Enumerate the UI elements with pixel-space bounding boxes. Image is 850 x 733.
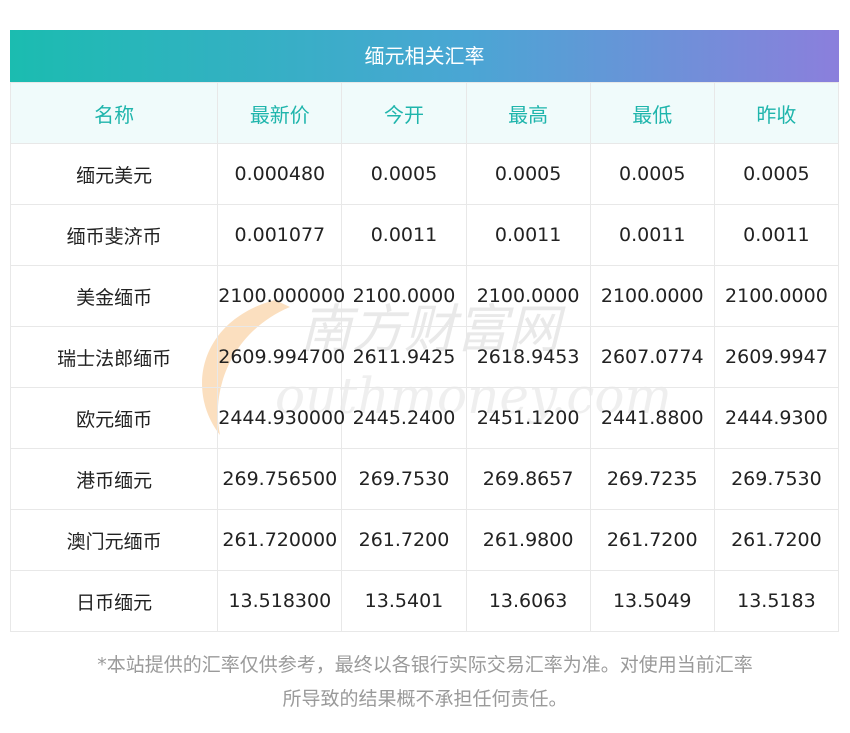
currency-pair-name: 美金缅币 <box>9 265 219 327</box>
latest-price: 269.756500 <box>217 448 343 510</box>
latest-price: 13.518300 <box>217 570 343 632</box>
header-prev-close: 昨收 <box>713 82 840 144</box>
table-row: 缅币斐济币 0.001077 0.0011 0.0011 0.0011 0.00… <box>9 204 840 266</box>
high-price: 269.8657 <box>465 448 591 510</box>
high-price: 261.9800 <box>465 509 591 571</box>
table-row: 瑞士法郎缅币 2609.994700 2611.9425 2618.9453 2… <box>9 326 840 388</box>
open-price: 269.7530 <box>341 448 467 510</box>
prev-close-price: 0.0005 <box>713 143 840 205</box>
high-price: 0.0011 <box>465 204 591 266</box>
open-price: 2445.2400 <box>341 387 467 449</box>
table-row: 日币缅元 13.518300 13.5401 13.6063 13.5049 1… <box>9 570 840 632</box>
table-row: 港币缅元 269.756500 269.7530 269.8657 269.72… <box>9 448 840 510</box>
currency-pair-name: 澳门元缅币 <box>9 509 219 571</box>
table-row: 欧元缅币 2444.930000 2445.2400 2451.1200 244… <box>9 387 840 449</box>
header-low: 最低 <box>589 82 715 144</box>
prev-close-price: 261.7200 <box>713 509 840 571</box>
high-price: 2451.1200 <box>465 387 591 449</box>
prev-close-price: 0.0011 <box>713 204 840 266</box>
latest-price: 2444.930000 <box>217 387 345 449</box>
low-price: 269.7235 <box>589 448 715 510</box>
high-price: 13.6063 <box>465 570 591 632</box>
currency-pair-name: 缅币斐济币 <box>9 204 219 266</box>
latest-price: 2100.000000 <box>217 265 345 327</box>
rates-table: 名称 最新价 今开 最高 最低 昨收 缅元美元 0.000480 0.0005 … <box>9 82 840 632</box>
currency-pair-name: 瑞士法郎缅币 <box>9 326 219 388</box>
high-price: 0.0005 <box>465 143 591 205</box>
currency-pair-name: 欧元缅币 <box>9 387 219 449</box>
low-price: 2100.0000 <box>589 265 715 327</box>
prev-close-price: 2100.0000 <box>713 265 840 327</box>
disclaimer-line-1: *本站提供的汇率仅供参考，最终以各银行实际交易汇率为准。对使用当前汇率 <box>97 654 753 676</box>
disclaimer: *本站提供的汇率仅供参考，最终以各银行实际交易汇率为准。对使用当前汇率 所导致的… <box>0 648 850 716</box>
prev-close-price: 2609.9947 <box>713 326 840 388</box>
table-header-row: 名称 最新价 今开 最高 最低 昨收 <box>9 82 840 144</box>
latest-price: 2609.994700 <box>217 326 345 388</box>
open-price: 13.5401 <box>341 570 467 632</box>
high-price: 2618.9453 <box>465 326 591 388</box>
disclaimer-line-2: 所导致的结果概不承担任何责任。 <box>282 688 568 710</box>
high-price: 2100.0000 <box>465 265 591 327</box>
low-price: 2607.0774 <box>589 326 715 388</box>
latest-price: 0.000480 <box>217 143 343 205</box>
open-price: 0.0011 <box>341 204 467 266</box>
header-latest: 最新价 <box>217 82 343 144</box>
prev-close-price: 13.5183 <box>713 570 840 632</box>
low-price: 13.5049 <box>589 570 715 632</box>
prev-close-price: 269.7530 <box>713 448 840 510</box>
header-high: 最高 <box>465 82 591 144</box>
table-row: 澳门元缅币 261.720000 261.7200 261.9800 261.7… <box>9 509 840 571</box>
latest-price: 0.001077 <box>217 204 343 266</box>
low-price: 2441.8800 <box>589 387 715 449</box>
header-open: 今开 <box>341 82 467 144</box>
panel-title: 缅元相关汇率 <box>10 30 839 82</box>
latest-price: 261.720000 <box>217 509 343 571</box>
low-price: 261.7200 <box>589 509 715 571</box>
rate-panel: 缅元相关汇率 名称 最新价 今开 最高 最低 昨收 缅元美元 0.000480 … <box>9 30 840 632</box>
low-price: 0.0005 <box>589 143 715 205</box>
prev-close-price: 2444.9300 <box>713 387 840 449</box>
currency-pair-name: 日币缅元 <box>9 570 219 632</box>
currency-pair-name: 港币缅元 <box>9 448 219 510</box>
open-price: 261.7200 <box>341 509 467 571</box>
header-name: 名称 <box>9 82 219 144</box>
low-price: 0.0011 <box>589 204 715 266</box>
open-price: 2611.9425 <box>341 326 467 388</box>
table-row: 美金缅币 2100.000000 2100.0000 2100.0000 210… <box>9 265 840 327</box>
open-price: 0.0005 <box>341 143 467 205</box>
table-row: 缅元美元 0.000480 0.0005 0.0005 0.0005 0.000… <box>9 143 840 205</box>
open-price: 2100.0000 <box>341 265 467 327</box>
currency-pair-name: 缅元美元 <box>9 143 219 205</box>
